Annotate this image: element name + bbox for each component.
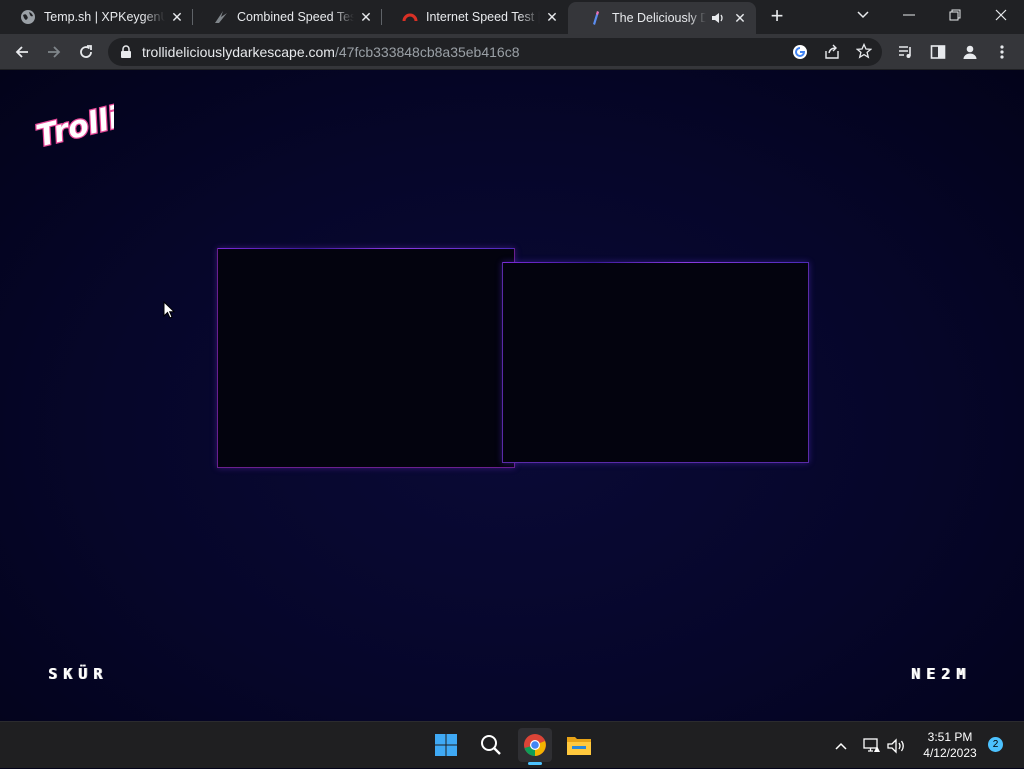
- restore-icon[interactable]: [932, 0, 978, 30]
- close-tab-icon[interactable]: ✕: [358, 9, 374, 25]
- bookmark-star-icon[interactable]: [855, 42, 873, 64]
- side-panel-icon[interactable]: [924, 38, 952, 66]
- close-window-icon[interactable]: [978, 0, 1024, 30]
- tab-combined-speed-test[interactable]: Combined Speed Test F... ✕: [193, 0, 382, 34]
- browser-toolbar: trollideliciouslydarkescape.com/47fcb333…: [0, 34, 1024, 70]
- back-icon[interactable]: [8, 38, 36, 66]
- logo-text: Trolli: [33, 100, 114, 150]
- trolli-logo[interactable]: Trolli: [32, 98, 125, 156]
- audio-playing-icon[interactable]: [710, 10, 726, 26]
- close-tab-icon[interactable]: ✕: [732, 10, 748, 26]
- web-page: Trolli SKÜR NE2M: [0, 70, 1024, 721]
- system-clock[interactable]: 3:51 PM 4/12/2023: [912, 729, 988, 761]
- next-button[interactable]: NE2M: [911, 665, 971, 683]
- active-app-indicator: [528, 762, 542, 765]
- url-path: /47fcb333848cb8a35eb416c8: [334, 44, 520, 60]
- forward-icon[interactable]: [40, 38, 68, 66]
- profile-icon[interactable]: [956, 38, 984, 66]
- speedometer-icon: [402, 9, 418, 25]
- reload-icon[interactable]: [72, 38, 100, 66]
- tab-title: The Deliciously Dar...: [612, 11, 706, 25]
- share-icon[interactable]: [824, 44, 840, 65]
- clock-date: 4/12/2023: [923, 746, 977, 760]
- minimize-icon[interactable]: [886, 0, 932, 30]
- more-menu-icon[interactable]: [988, 38, 1016, 66]
- close-tab-icon[interactable]: ✕: [169, 9, 185, 25]
- network-icon[interactable]: [862, 722, 882, 769]
- lock-icon[interactable]: [120, 45, 132, 64]
- tab-title: Internet Speed Test | Fa...: [426, 10, 540, 24]
- tab-internet-speed-test[interactable]: Internet Speed Test | Fa... ✕: [382, 0, 568, 34]
- tab-deliciously-dark[interactable]: The Deliciously Dar... ✕: [568, 2, 756, 34]
- google-lens-icon[interactable]: [792, 44, 808, 65]
- globe-icon: [20, 9, 36, 25]
- show-hidden-icons-icon[interactable]: [832, 722, 850, 769]
- notification-badge[interactable]: 2: [988, 737, 1003, 752]
- url-host: trollideliciouslydarkescape.com: [142, 44, 335, 60]
- file-explorer-icon[interactable]: [562, 728, 596, 762]
- browser-tab-strip: Temp.sh | XPKeygenUl... ✕ Combined Speed…: [0, 0, 1024, 34]
- url-text: trollideliciouslydarkescape.com/47fcb333…: [142, 44, 520, 60]
- tab-title: Combined Speed Test F...: [237, 10, 354, 24]
- start-menu-icon[interactable]: [429, 728, 463, 762]
- skip-button[interactable]: SKÜR: [48, 665, 108, 683]
- new-tab-button[interactable]: +: [765, 5, 789, 29]
- close-tab-icon[interactable]: ✕: [544, 9, 560, 25]
- media-control-icon[interactable]: [892, 38, 920, 66]
- tab-title: Temp.sh | XPKeygenUl...: [44, 10, 165, 24]
- chrome-taskbar-icon[interactable]: [518, 728, 552, 762]
- volume-icon[interactable]: [886, 722, 908, 769]
- video-panel-left[interactable]: [217, 248, 515, 468]
- tab-temp-sh[interactable]: Temp.sh | XPKeygenUl... ✕: [0, 0, 193, 34]
- video-panel-right[interactable]: [502, 262, 809, 463]
- speed-test-icon: [213, 9, 229, 25]
- tab-search-icon[interactable]: [840, 0, 886, 30]
- search-icon[interactable]: [474, 728, 508, 762]
- address-bar[interactable]: trollideliciouslydarkescape.com/47fcb333…: [108, 38, 882, 66]
- clock-time: 3:51 PM: [927, 730, 973, 744]
- windows-taskbar: 3:51 PM 4/12/2023: [0, 721, 1024, 768]
- mouse-cursor-icon: [163, 300, 176, 325]
- trolli-icon: [588, 10, 604, 26]
